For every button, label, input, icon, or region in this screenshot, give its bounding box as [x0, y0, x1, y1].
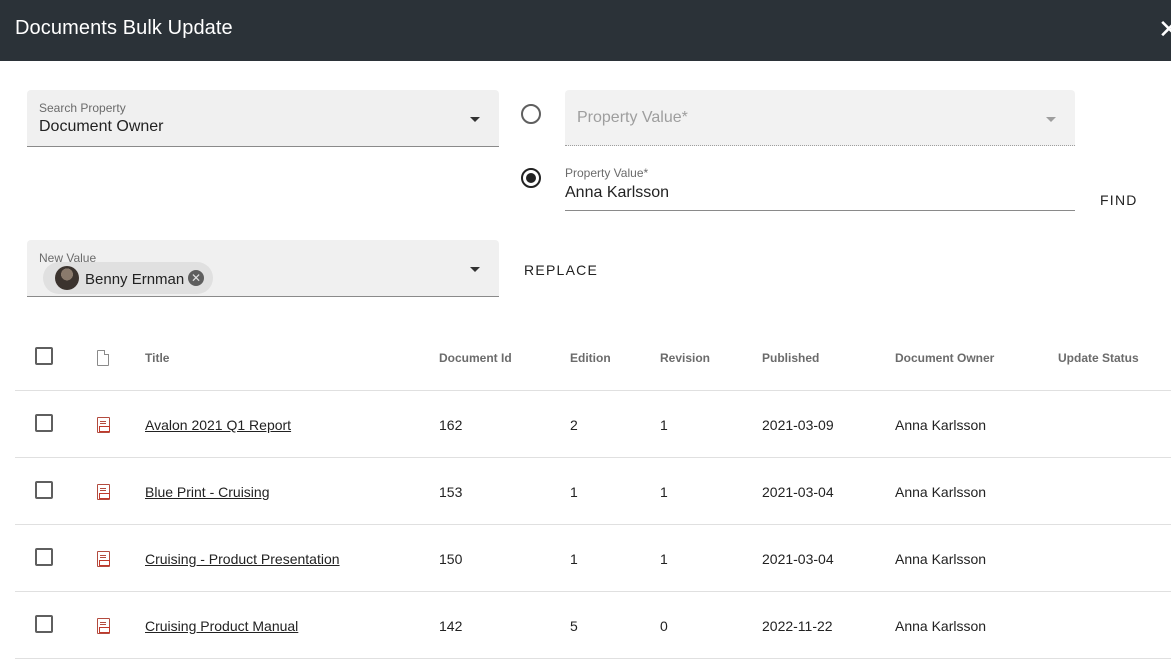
published-date: 2022-11-22 — [762, 618, 833, 634]
document-owner: Anna Karlsson — [895, 618, 987, 634]
document-owner: Anna Karlsson — [895, 551, 987, 567]
document-title-link[interactable]: Blue Print - Cruising — [145, 484, 270, 500]
edition: 1 — [570, 551, 578, 567]
dialog-header: Documents Bulk Update ✕ — [0, 0, 1171, 61]
column-header-title[interactable]: Title — [145, 351, 169, 365]
property-value-select-placeholder: Property Value* — [577, 109, 688, 126]
find-button[interactable]: FIND — [1100, 192, 1138, 208]
table-row: Cruising Product Manual 142 5 0 2022-11-… — [15, 592, 1171, 659]
document-owner: Anna Karlsson — [895, 484, 987, 500]
document-title-link[interactable]: Cruising - Product Presentation — [145, 551, 340, 567]
edition: 5 — [570, 618, 578, 634]
property-value-text-field[interactable]: Property Value* Anna Karlsson — [565, 162, 1075, 211]
property-value-select[interactable]: Property Value* — [565, 90, 1075, 146]
chip-remove-icon[interactable]: ✕ — [188, 270, 204, 286]
property-value-select-radio[interactable] — [521, 104, 541, 124]
revision: 0 — [660, 618, 668, 634]
row-checkbox[interactable] — [35, 481, 53, 499]
revision: 1 — [660, 551, 668, 567]
edition: 2 — [570, 417, 578, 433]
row-checkbox[interactable] — [35, 615, 53, 633]
row-checkbox[interactable] — [35, 414, 53, 432]
document-id: 142 — [439, 618, 463, 634]
search-property-value: Document Owner — [39, 118, 164, 135]
column-header-document-owner[interactable]: Document Owner — [895, 351, 994, 365]
new-value-select[interactable]: New Value Benny Ernman ✕ — [27, 240, 499, 297]
table-row: Blue Print - Cruising 153 1 1 2021-03-04… — [15, 458, 1171, 525]
column-header-edition[interactable]: Edition — [570, 351, 611, 365]
chip-label: Benny Ernman — [85, 271, 185, 288]
document-id: 162 — [439, 417, 463, 433]
column-header-published[interactable]: Published — [762, 351, 819, 365]
search-property-select[interactable]: Search Property Document Owner — [27, 90, 499, 147]
property-value-text-label: Property Value* — [565, 166, 649, 180]
document-id: 153 — [439, 484, 463, 500]
table-row: Avalon 2021 Q1 Report 162 2 1 2021-03-09… — [15, 391, 1171, 458]
dialog-title: Documents Bulk Update — [15, 17, 233, 39]
chevron-down-icon[interactable] — [470, 117, 480, 122]
document-icon — [97, 350, 109, 366]
chevron-down-icon[interactable] — [1046, 117, 1056, 122]
table-row: Cruising - Product Presentation 150 1 1 … — [15, 525, 1171, 592]
pdf-file-icon — [97, 484, 110, 500]
chevron-down-icon[interactable] — [470, 267, 480, 272]
published-date: 2021-03-04 — [762, 551, 834, 567]
published-date: 2021-03-04 — [762, 484, 834, 500]
column-header-document-id[interactable]: Document Id — [439, 351, 512, 365]
document-id: 150 — [439, 551, 463, 567]
row-checkbox[interactable] — [35, 548, 53, 566]
column-header-update-status[interactable]: Update Status — [1058, 351, 1139, 365]
revision: 1 — [660, 417, 668, 433]
pdf-file-icon — [97, 417, 110, 433]
column-header-revision[interactable]: Revision — [660, 351, 710, 365]
replace-button[interactable]: REPLACE — [524, 262, 598, 278]
published-date: 2021-03-09 — [762, 417, 834, 433]
pdf-file-icon — [97, 551, 110, 567]
close-icon[interactable]: ✕ — [1158, 14, 1171, 44]
table-header: Title Document Id Edition Revision Publi… — [15, 323, 1171, 391]
select-all-checkbox[interactable] — [35, 347, 53, 365]
search-property-label: Search Property — [39, 101, 126, 115]
property-value-text-input[interactable]: Anna Karlsson — [565, 184, 669, 202]
property-value-text-radio[interactable] — [521, 168, 541, 188]
edition: 1 — [570, 484, 578, 500]
avatar — [55, 266, 79, 290]
document-title-link[interactable]: Avalon 2021 Q1 Report — [145, 417, 291, 433]
document-owner: Anna Karlsson — [895, 417, 987, 433]
revision: 1 — [660, 484, 668, 500]
pdf-file-icon — [97, 618, 110, 634]
document-title-link[interactable]: Cruising Product Manual — [145, 618, 298, 634]
new-value-chip[interactable]: Benny Ernman ✕ — [43, 262, 213, 294]
